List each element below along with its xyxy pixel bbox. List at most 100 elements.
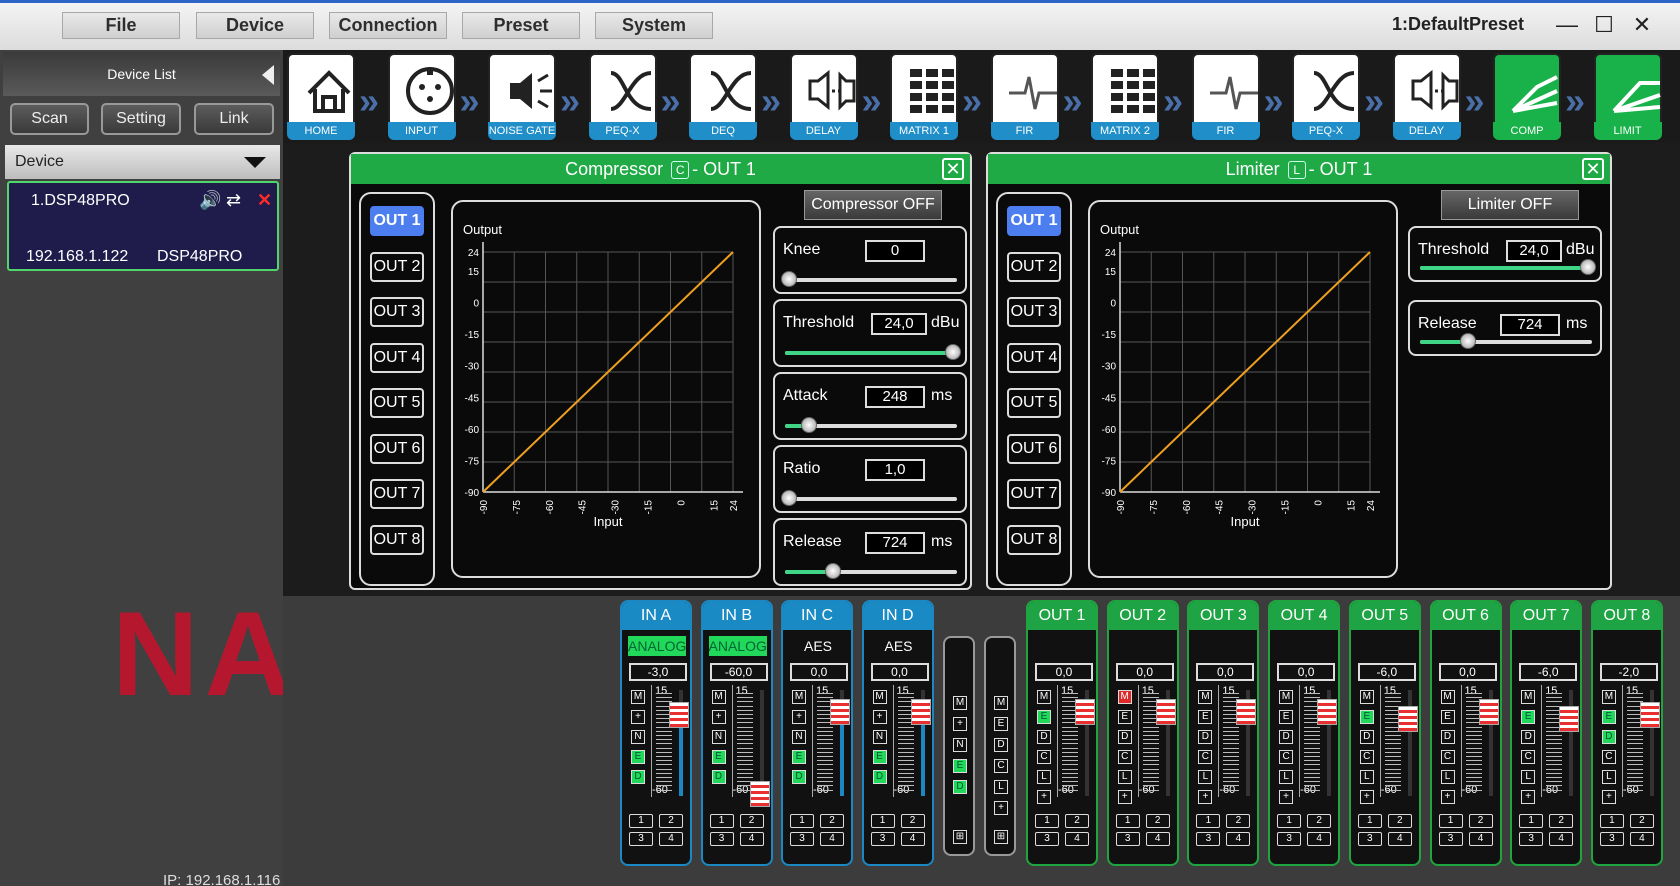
channel-key-c[interactable]: C (1037, 750, 1051, 764)
channel-key-m[interactable]: M (1440, 690, 1455, 704)
compressor-output-3-button[interactable]: OUT 3 (370, 297, 424, 327)
channel-key-+[interactable]: + (792, 710, 806, 724)
channel-key-l[interactable]: L (1440, 770, 1455, 784)
route-button-1[interactable]: 1 (870, 814, 895, 828)
channel-key-+[interactable]: + (1521, 790, 1536, 804)
fader-knob[interactable] (1559, 706, 1580, 733)
limiter-output-7-button[interactable]: OUT 7 (1007, 479, 1061, 509)
channel-key-c[interactable]: C (1601, 750, 1616, 764)
channel-key-e[interactable]: E (631, 750, 645, 764)
channel-key-n[interactable]: N (631, 730, 645, 744)
route-button-1[interactable]: 1 (629, 814, 653, 828)
param-value-field[interactable]: 724 (865, 532, 925, 554)
channel-key-c[interactable]: C (1198, 750, 1213, 764)
route-button-3[interactable]: 3 (1115, 832, 1140, 846)
route-button-1[interactable]: 1 (1035, 814, 1059, 828)
param-slider-knob[interactable] (1460, 333, 1477, 349)
channel-key-n[interactable]: N (792, 730, 806, 744)
toolbar-peq-x-button[interactable]: PEQ-X (588, 53, 657, 140)
route-button-1[interactable]: 1 (1196, 814, 1221, 828)
channel-key-m[interactable]: M (631, 690, 645, 704)
toolbar-fir-button[interactable]: FIR (1191, 53, 1260, 140)
channel-key-n[interactable]: N (872, 730, 887, 744)
channel-name[interactable]: OUT 8 (1592, 602, 1661, 630)
mini-key-l[interactable]: L (994, 780, 1008, 794)
route-button-3[interactable]: 3 (629, 832, 653, 846)
route-button-2[interactable]: 2 (820, 814, 844, 828)
link-icon[interactable]: ⊞ (994, 830, 1008, 844)
maximize-button[interactable]: ☐ (1590, 11, 1618, 39)
channel-name[interactable]: OUT 6 (1431, 602, 1500, 630)
minimize-button[interactable]: — (1553, 11, 1581, 39)
gain-field[interactable]: 0,0 (1196, 663, 1255, 681)
gain-field[interactable]: 0,0 (1115, 663, 1174, 681)
channel-key-+[interactable]: + (1198, 790, 1213, 804)
gain-field[interactable]: -6,0 (1357, 663, 1416, 681)
channel-key-m[interactable]: M (1198, 690, 1213, 704)
param-value-field[interactable]: 1,0 (865, 459, 925, 481)
close-compressor-button[interactable]: ✕ (942, 158, 964, 180)
param-slider-track[interactable] (785, 344, 961, 360)
menu-device[interactable]: Device (196, 12, 314, 39)
channel-key-c[interactable]: C (1440, 750, 1455, 764)
channel-name[interactable]: OUT 7 (1512, 602, 1581, 630)
close-window-button[interactable]: ✕ (1628, 11, 1656, 39)
channel-key-e[interactable]: E (1601, 710, 1616, 724)
device-card[interactable]: 1.DSP48PRO 🔊 ⇄ ✕ 192.168.1.122 DSP48PRO (7, 181, 279, 271)
param-slider-track[interactable] (785, 563, 957, 579)
route-button-4[interactable]: 4 (1549, 832, 1574, 846)
route-button-4[interactable]: 4 (739, 832, 764, 846)
channel-key-+[interactable]: + (1440, 790, 1455, 804)
fader-knob[interactable] (1478, 698, 1499, 725)
channel-key-m[interactable]: M (872, 690, 887, 704)
toolbar-deq-button[interactable]: DEQ (689, 53, 757, 140)
fader-knob[interactable] (669, 702, 689, 729)
channel-key-d[interactable]: D (792, 770, 806, 784)
delete-icon[interactable]: ✕ (257, 190, 272, 211)
mini-key-e[interactable]: E (994, 717, 1008, 731)
route-button-4[interactable]: 4 (1387, 832, 1412, 846)
param-slider-knob[interactable] (945, 344, 961, 360)
mini-key-+[interactable]: + (953, 717, 967, 731)
mini-key-n[interactable]: N (953, 738, 967, 752)
mini-key-m[interactable]: M (994, 696, 1008, 710)
channel-key-c[interactable]: C (1359, 750, 1374, 764)
route-button-3[interactable]: 3 (1357, 832, 1382, 846)
route-button-2[interactable]: 2 (1226, 814, 1251, 828)
route-button-2[interactable]: 2 (1468, 814, 1493, 828)
route-button-2[interactable]: 2 (739, 814, 764, 828)
route-button-3[interactable]: 3 (870, 832, 895, 846)
channel-key-c[interactable]: C (1117, 750, 1132, 764)
channel-key-d[interactable]: D (1440, 730, 1455, 744)
channel-name[interactable]: OUT 5 (1350, 602, 1419, 630)
compressor-off-button[interactable]: Compressor OFF (804, 190, 942, 220)
limiter-output-6-button[interactable]: OUT 6 (1007, 433, 1061, 464)
toolbar-fir-button[interactable]: FIR (990, 53, 1059, 140)
gain-field[interactable]: 0,0 (1277, 663, 1336, 681)
channel-key-l[interactable]: L (1359, 770, 1374, 784)
channel-key-m[interactable]: M (792, 690, 806, 704)
input-source[interactable]: AES (789, 636, 847, 656)
input-source[interactable]: ANALOG (628, 636, 686, 656)
route-button-3[interactable]: 3 (709, 832, 734, 846)
channel-name[interactable]: IN D (863, 602, 932, 630)
route-button-1[interactable]: 1 (1357, 814, 1382, 828)
route-button-1[interactable]: 1 (1599, 814, 1624, 828)
channel-key-e[interactable]: E (1440, 710, 1455, 724)
channel-name[interactable]: IN B (702, 602, 771, 630)
limiter-output-8-button[interactable]: OUT 8 (1007, 524, 1061, 555)
fader-knob[interactable] (1155, 698, 1176, 725)
compressor-output-6-button[interactable]: OUT 6 (370, 433, 424, 464)
gain-field[interactable]: -6,0 (1519, 663, 1578, 681)
route-button-4[interactable]: 4 (659, 832, 683, 846)
channel-key-e[interactable]: E (1198, 710, 1213, 724)
param-slider-knob[interactable] (800, 417, 817, 433)
channel-key-e[interactable]: E (1037, 710, 1051, 724)
channel-key-c[interactable]: C (1279, 750, 1294, 764)
route-button-4[interactable]: 4 (820, 832, 844, 846)
channel-key-d[interactable]: D (1117, 730, 1132, 744)
fader-knob[interactable] (1397, 706, 1418, 733)
param-slider-track[interactable] (1420, 259, 1596, 275)
channel-name[interactable]: IN A (622, 602, 690, 630)
param-value-field[interactable]: 0 (865, 240, 925, 262)
